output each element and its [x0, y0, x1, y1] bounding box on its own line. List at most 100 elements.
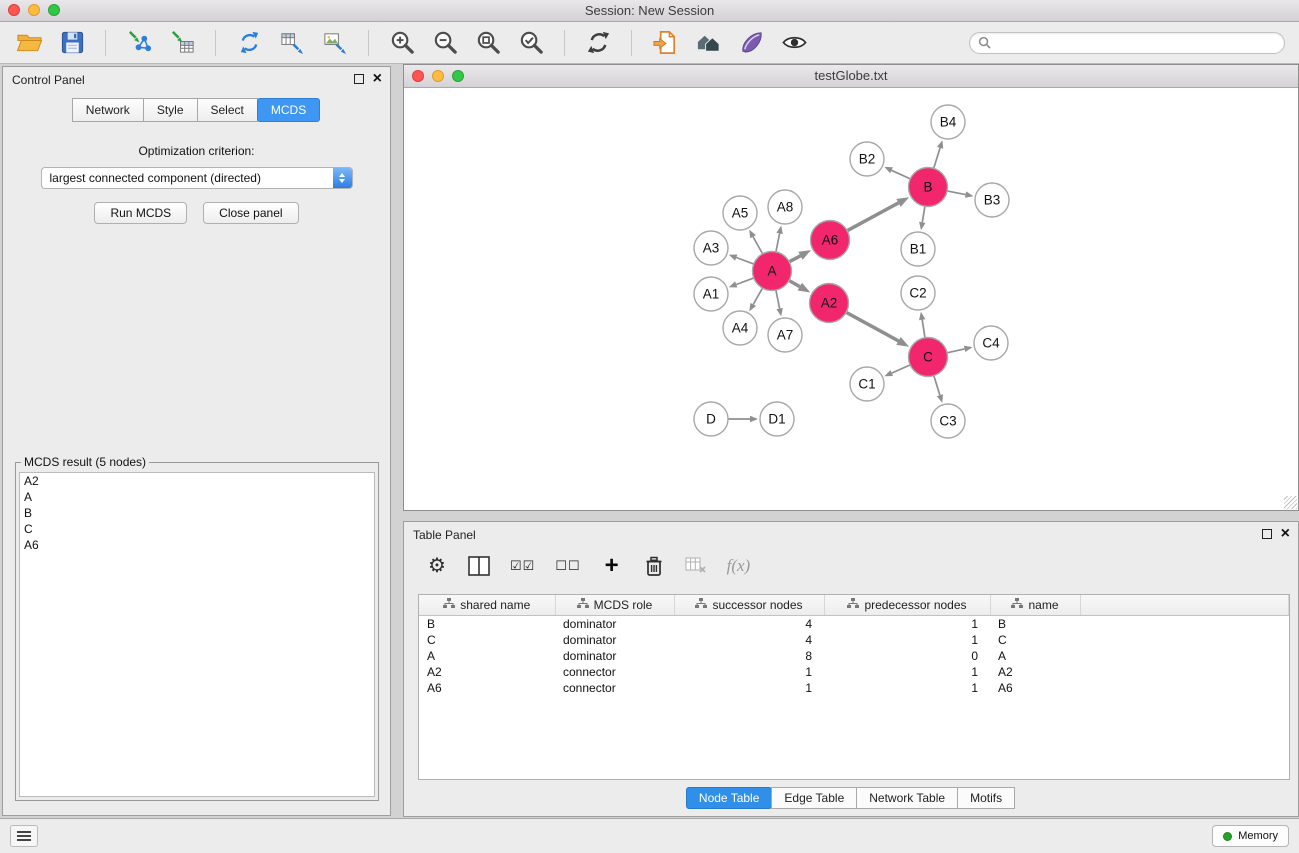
- run-mcds-button[interactable]: Run MCDS: [94, 202, 187, 224]
- column-header-predecessor-nodes[interactable]: predecessor nodes: [824, 595, 990, 616]
- table-row[interactable]: A6connector11A6: [419, 680, 1289, 696]
- edge-A6-B[interactable]: [847, 203, 898, 231]
- table-cell[interactable]: dominator: [555, 616, 674, 633]
- mcds-result-item[interactable]: C: [20, 521, 374, 537]
- table-cell[interactable]: 1: [824, 616, 990, 633]
- table-row[interactable]: Adominator80A: [419, 648, 1289, 664]
- column-header-name[interactable]: name: [990, 595, 1080, 616]
- column-header-shared-name[interactable]: shared name: [419, 595, 555, 616]
- table-cell[interactable]: B: [990, 616, 1080, 633]
- edge-C-C3[interactable]: [934, 376, 940, 396]
- home-button[interactable]: [693, 28, 723, 58]
- float-panel-icon[interactable]: [354, 74, 364, 84]
- table-cell[interactable]: 1: [674, 680, 824, 696]
- select-all-button[interactable]: ☑☑: [510, 553, 535, 579]
- mcds-result-list[interactable]: A2ABCA6: [19, 472, 375, 797]
- edge-A-A3[interactable]: [736, 258, 754, 265]
- command-document-button[interactable]: [650, 28, 680, 58]
- table-tab-edge-table[interactable]: Edge Table: [771, 787, 857, 809]
- table-cell[interactable]: connector: [555, 680, 674, 696]
- network-graph[interactable]: B4B2BB3A5A8A6B1A3AC2A1A2A4A7C4CC1C3DD1: [404, 88, 1298, 510]
- add-column-button[interactable]: +: [601, 553, 623, 579]
- delete-column-button[interactable]: [643, 553, 665, 579]
- table-cell[interactable]: A2: [419, 664, 555, 680]
- table-row[interactable]: Bdominator41B: [419, 616, 1289, 633]
- table-cell[interactable]: dominator: [555, 632, 674, 648]
- table-cell[interactable]: 4: [674, 632, 824, 648]
- table-cell[interactable]: 4: [674, 616, 824, 633]
- edge-A-A1[interactable]: [736, 278, 754, 285]
- edge-B-B4[interactable]: [934, 148, 940, 169]
- table-cell[interactable]: 1: [674, 664, 824, 680]
- edge-C-C1[interactable]: [892, 365, 911, 373]
- export-image-button[interactable]: [320, 28, 350, 58]
- close-table-panel-icon[interactable]: ×: [1281, 528, 1290, 539]
- control-panel-tab-network[interactable]: Network: [72, 98, 144, 122]
- control-panel-tab-select[interactable]: Select: [197, 98, 258, 122]
- memory-button[interactable]: Memory: [1212, 825, 1289, 847]
- zoom-in-button[interactable]: [387, 28, 417, 58]
- column-header-successor-nodes[interactable]: successor nodes: [674, 595, 824, 616]
- edge-A-A5[interactable]: [753, 237, 763, 254]
- optimization-criterion-select[interactable]: largest connected component (directed): [41, 167, 353, 189]
- control-panel-tab-mcds[interactable]: MCDS: [257, 98, 320, 122]
- table-row[interactable]: Cdominator41C: [419, 632, 1289, 648]
- table-cell[interactable]: A2: [990, 664, 1080, 680]
- table-tab-network-table[interactable]: Network Table: [856, 787, 958, 809]
- edge-C-C4[interactable]: [947, 349, 965, 353]
- table-tab-motifs[interactable]: Motifs: [957, 787, 1015, 809]
- edge-A-A6[interactable]: [789, 256, 800, 262]
- window-titlebar[interactable]: Session: New Session: [0, 0, 1299, 22]
- table-cell[interactable]: A6: [419, 680, 555, 696]
- table-cell[interactable]: A: [419, 648, 555, 664]
- table-cell[interactable]: 1: [824, 664, 990, 680]
- toggle-visibility-button[interactable]: [779, 28, 809, 58]
- edge-A-A7[interactable]: [776, 290, 780, 308]
- delete-table-button[interactable]: [685, 553, 707, 579]
- table-cell[interactable]: A: [990, 648, 1080, 664]
- table-cell[interactable]: dominator: [555, 648, 674, 664]
- import-table-button[interactable]: [167, 28, 197, 58]
- export-table-button[interactable]: [277, 28, 307, 58]
- import-network-button[interactable]: [124, 28, 154, 58]
- table-cell[interactable]: 8: [674, 648, 824, 664]
- mcds-result-item[interactable]: A6: [20, 537, 374, 553]
- network-window-titlebar[interactable]: testGlobe.txt: [404, 65, 1298, 88]
- refresh-layout-button[interactable]: [583, 28, 613, 58]
- search-input[interactable]: [996, 35, 1276, 51]
- function-builder-button[interactable]: f(x): [727, 553, 751, 579]
- zoom-out-button[interactable]: [430, 28, 460, 58]
- resize-grip[interactable]: [1284, 496, 1297, 509]
- close-panel-icon[interactable]: ×: [373, 73, 382, 84]
- table-cell[interactable]: 1: [824, 632, 990, 648]
- open-session-button[interactable]: [14, 28, 44, 58]
- mcds-result-item[interactable]: A2: [20, 473, 374, 489]
- table-cell[interactable]: A6: [990, 680, 1080, 696]
- table-cell[interactable]: C: [419, 632, 555, 648]
- mcds-result-item[interactable]: A: [20, 489, 374, 505]
- export-network-button[interactable]: [234, 28, 264, 58]
- table-cell[interactable]: B: [419, 616, 555, 633]
- table-tab-node-table[interactable]: Node Table: [686, 787, 773, 809]
- show-columns-button[interactable]: [468, 553, 490, 579]
- deselect-all-button[interactable]: ☐☐: [555, 553, 580, 579]
- apply-style-button[interactable]: [736, 28, 766, 58]
- table-cell[interactable]: 1: [824, 680, 990, 696]
- edge-A-A8[interactable]: [776, 234, 780, 252]
- column-header-mcds-role[interactable]: MCDS role: [555, 595, 674, 616]
- edge-B-B1[interactable]: [922, 206, 925, 222]
- search-box[interactable]: [969, 32, 1285, 54]
- edge-A2-C[interactable]: [846, 312, 899, 341]
- table-row[interactable]: A2connector11A2: [419, 664, 1289, 680]
- float-table-panel-icon[interactable]: [1262, 529, 1272, 539]
- edge-A-A2[interactable]: [789, 281, 800, 287]
- save-session-button[interactable]: [57, 28, 87, 58]
- table-cell[interactable]: 0: [824, 648, 990, 664]
- control-panel-tab-style[interactable]: Style: [143, 98, 198, 122]
- zoom-selected-button[interactable]: [516, 28, 546, 58]
- edge-B-B3[interactable]: [947, 191, 965, 195]
- edge-B-B2[interactable]: [892, 170, 911, 179]
- table-settings-button[interactable]: ⚙: [426, 553, 448, 579]
- network-canvas[interactable]: B4B2BB3A5A8A6B1A3AC2A1A2A4A7C4CC1C3DD1: [404, 88, 1298, 510]
- close-panel-button[interactable]: Close panel: [203, 202, 298, 224]
